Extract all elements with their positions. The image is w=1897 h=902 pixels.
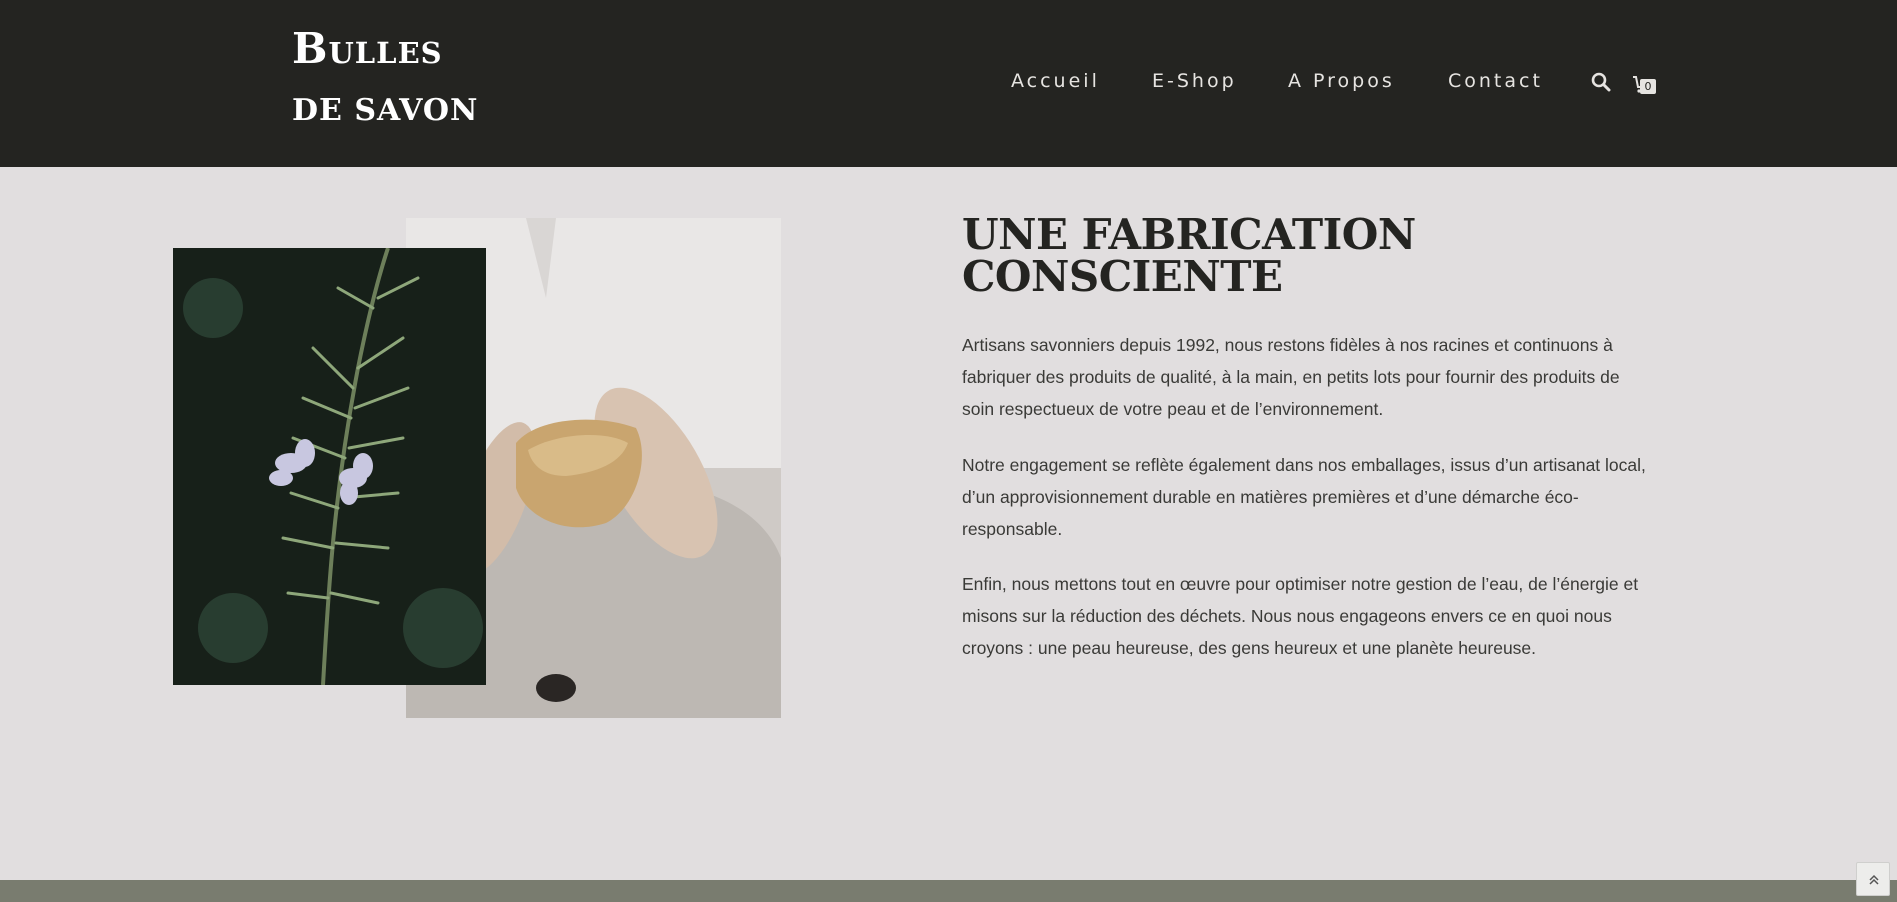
section-title-line-2: CONSCIENTE (962, 252, 1283, 301)
paragraph-2: Notre engagement se reflète également da… (962, 455, 1646, 539)
paragraph-3: Enfin, nous mettons tout en œuvre pour o… (962, 574, 1639, 658)
back-to-top-button[interactable] (1856, 862, 1890, 896)
logo-line-2: DE SAVON (292, 93, 479, 128)
footer-band (0, 880, 1897, 902)
search-icon[interactable] (1591, 72, 1611, 92)
photo-rosemary-flower (173, 248, 486, 685)
nav-item-contact[interactable]: Contact (1448, 70, 1543, 92)
nav-item-eshop[interactable]: E-Shop (1152, 70, 1237, 92)
nav-item-a-propos[interactable]: A Propos (1288, 70, 1395, 92)
nav-item-accueil[interactable]: Accueil (1011, 70, 1100, 92)
rosemary-illustration (173, 248, 486, 685)
section-title: UNE FABRICATION CONSCIENTE (962, 214, 1482, 298)
paragraph-1: Artisans savonniers depuis 1992, nous re… (962, 335, 1620, 419)
double-chevron-up-icon (1869, 874, 1879, 885)
logo-line-1: Bulles (292, 24, 443, 73)
site-header: Bulles DE SAVON Accueil E-Shop A Propos … (0, 0, 1897, 167)
cart-count-badge[interactable]: 0 (1640, 79, 1656, 94)
site-logo[interactable]: Bulles DE SAVON (292, 28, 492, 132)
